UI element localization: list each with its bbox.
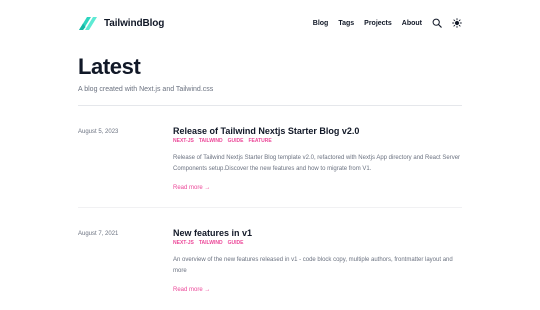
post-summary: An overview of the new features released… bbox=[173, 257, 453, 274]
tag-link[interactable]: FEATURE bbox=[248, 138, 271, 144]
post-tags: NEXT-JS TAILWIND GUIDE FEATURE bbox=[173, 138, 462, 144]
tag-link[interactable]: GUIDE bbox=[228, 240, 244, 246]
logo-icon bbox=[79, 17, 97, 30]
site-header: TailwindBlog Blog Tags Projects About bbox=[78, 12, 462, 34]
post-body: Release of Tailwind Nextjs Starter Blog … bbox=[173, 126, 462, 194]
post-tags: NEXT-JS TAILWIND GUIDE bbox=[173, 240, 462, 246]
search-icon[interactable] bbox=[432, 18, 442, 28]
post-title[interactable]: New features in v1 bbox=[173, 228, 462, 239]
nav-projects[interactable]: Projects bbox=[364, 20, 392, 27]
post-summary: Release of Tailwind Nextjs Starter Blog … bbox=[173, 155, 461, 172]
post-divider bbox=[78, 207, 462, 208]
nav-about[interactable]: About bbox=[402, 20, 422, 27]
tag-link[interactable]: NEXT-JS bbox=[173, 240, 194, 246]
tag-link[interactable]: TAILWIND bbox=[199, 240, 223, 246]
post-date: August 7, 2021 bbox=[78, 231, 119, 237]
main-nav: Blog Tags Projects About bbox=[313, 18, 462, 28]
tag-link[interactable]: TAILWIND bbox=[199, 138, 223, 144]
nav-tags[interactable]: Tags bbox=[338, 20, 354, 27]
nav-blog[interactable]: Blog bbox=[313, 20, 329, 27]
sun-icon[interactable] bbox=[452, 18, 462, 28]
tag-link[interactable]: NEXT-JS bbox=[173, 138, 194, 144]
read-more-link[interactable]: Read more → bbox=[173, 287, 210, 293]
read-more-link[interactable]: Read more → bbox=[173, 185, 210, 191]
tag-link[interactable]: GUIDE bbox=[228, 138, 244, 144]
page-title: Latest bbox=[78, 54, 141, 79]
page-subtitle: A blog created with Next.js and Tailwind… bbox=[78, 86, 214, 93]
post-title[interactable]: Release of Tailwind Nextjs Starter Blog … bbox=[173, 126, 462, 137]
hero: Latest A blog created with Next.js and T… bbox=[78, 54, 462, 93]
hero-divider bbox=[78, 105, 462, 106]
page: TailwindBlog Blog Tags Projects About La… bbox=[0, 0, 540, 310]
brand-name: TailwindBlog bbox=[104, 17, 165, 29]
post-date: August 5, 2023 bbox=[78, 129, 119, 135]
brand-link[interactable]: TailwindBlog bbox=[78, 15, 164, 31]
post-body: New features in v1 NEXT-JS TAILWIND GUID… bbox=[173, 228, 462, 296]
